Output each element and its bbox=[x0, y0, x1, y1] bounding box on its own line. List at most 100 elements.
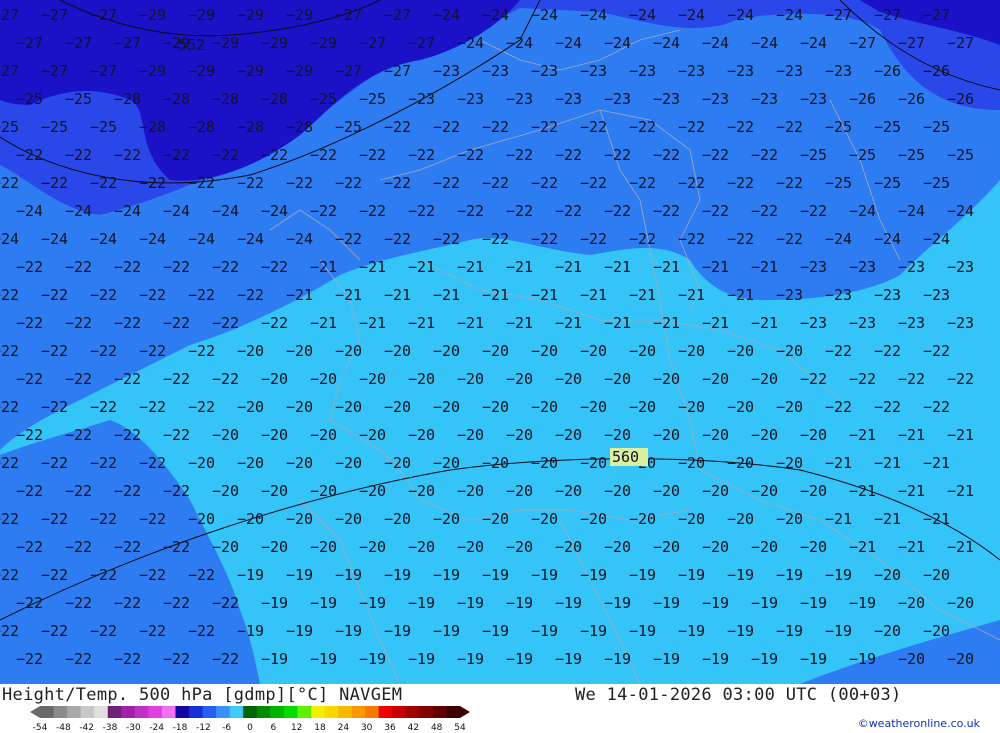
temperature-label: −20 bbox=[359, 482, 386, 500]
temperature-label: −20 bbox=[335, 398, 362, 416]
temperature-label: −20 bbox=[506, 482, 533, 500]
temperature-label: −25 bbox=[825, 174, 852, 192]
temperature-label: −22 bbox=[41, 398, 68, 416]
temperature-label: −22 bbox=[310, 146, 337, 164]
legend-tick-label: 24 bbox=[338, 723, 350, 732]
legend-arrow-high bbox=[460, 706, 470, 718]
temperature-label: −19 bbox=[237, 566, 264, 584]
legend-tick-label: -42 bbox=[79, 723, 94, 732]
temperature-label: −22 bbox=[335, 230, 362, 248]
legend-tick-label: -18 bbox=[173, 723, 188, 732]
legend-swatch bbox=[189, 706, 204, 718]
temperature-label: −26 bbox=[874, 62, 901, 80]
temperature-label: −22 bbox=[825, 398, 852, 416]
temperature-label: −22 bbox=[408, 202, 435, 220]
temperature-label: −29 bbox=[139, 6, 166, 24]
legend-swatch bbox=[40, 706, 55, 718]
temperature-label: −22 bbox=[629, 174, 656, 192]
legend-swatches bbox=[30, 706, 470, 718]
temperature-label: −22 bbox=[65, 538, 92, 556]
temperature-label: −19 bbox=[702, 594, 729, 612]
temperature-label: −19 bbox=[408, 650, 435, 668]
temperature-label: −22 bbox=[0, 342, 19, 360]
temperature-label: −20 bbox=[776, 398, 803, 416]
temperature-label: −19 bbox=[286, 622, 313, 640]
temperature-label: −22 bbox=[678, 118, 705, 136]
temperature-label: −24 bbox=[0, 230, 19, 248]
temperature-label: −22 bbox=[188, 174, 215, 192]
temperature-label: −21 bbox=[310, 258, 337, 276]
temperature-label: −21 bbox=[678, 286, 705, 304]
legend-swatch bbox=[161, 706, 176, 718]
temperature-label: −22 bbox=[188, 398, 215, 416]
temperature-label: −24 bbox=[727, 6, 754, 24]
temperature-label: −20 bbox=[727, 454, 754, 472]
svg-text:552: 552 bbox=[178, 36, 205, 54]
temperature-label: −22 bbox=[359, 146, 386, 164]
temperature-label: −20 bbox=[384, 510, 411, 528]
temperature-label: −24 bbox=[653, 34, 680, 52]
temperature-label: −29 bbox=[139, 62, 166, 80]
temperature-label: −21 bbox=[359, 258, 386, 276]
temperature-label: −22 bbox=[776, 118, 803, 136]
legend-swatch bbox=[216, 706, 231, 718]
temperature-label: −22 bbox=[261, 314, 288, 332]
temperature-label: −24 bbox=[261, 202, 288, 220]
temperature-label: −25 bbox=[359, 90, 386, 108]
temperature-label: −22 bbox=[65, 650, 92, 668]
temperature-label: −21 bbox=[874, 454, 901, 472]
temperature-label: −20 bbox=[800, 482, 827, 500]
temperature-label: −19 bbox=[751, 594, 778, 612]
temperature-label: −24 bbox=[506, 34, 533, 52]
legend-swatch bbox=[392, 706, 407, 718]
temperature-label: −20 bbox=[580, 342, 607, 360]
temperature-label: −21 bbox=[923, 510, 950, 528]
temperature-label: −22 bbox=[16, 594, 43, 612]
temperature-label: −24 bbox=[849, 202, 876, 220]
temperature-label: −21 bbox=[457, 258, 484, 276]
temperature-map: −27 −27 −27 −29 −29 −29 −29 −27 −27 −24 −24 −24 −24 −… bbox=[0, 0, 1000, 684]
temperature-label: −24 bbox=[188, 230, 215, 248]
temperature-label: −19 bbox=[335, 622, 362, 640]
temperature-label: −25 bbox=[825, 118, 852, 136]
temperature-label: −26 bbox=[923, 62, 950, 80]
temperature-label: −22 bbox=[482, 230, 509, 248]
temperature-label: −20 bbox=[212, 482, 239, 500]
temperature-label: −22 bbox=[433, 174, 460, 192]
temperature-label: −23 bbox=[678, 62, 705, 80]
temperature-label: −27 bbox=[384, 6, 411, 24]
temperature-label: −20 bbox=[727, 398, 754, 416]
temperature-label: −20 bbox=[653, 482, 680, 500]
temperature-label: −20 bbox=[408, 426, 435, 444]
temperature-label: −23 bbox=[482, 62, 509, 80]
temperature-label: −20 bbox=[310, 426, 337, 444]
temperature-label: −21 bbox=[629, 286, 656, 304]
legend-tick-label: -24 bbox=[149, 723, 164, 732]
temperature-label: −20 bbox=[702, 482, 729, 500]
temperature-label: −19 bbox=[580, 622, 607, 640]
legend-swatch bbox=[310, 706, 326, 718]
temperature-label: −20 bbox=[604, 538, 631, 556]
temperature-label: −27 bbox=[114, 34, 141, 52]
temperature-label: −27 bbox=[898, 34, 925, 52]
temperature-label: −22 bbox=[114, 146, 141, 164]
temperature-label: −20 bbox=[678, 398, 705, 416]
temperature-label: −22 bbox=[212, 146, 239, 164]
temperature-label: −23 bbox=[727, 62, 754, 80]
temperature-label: −19 bbox=[849, 650, 876, 668]
temperature-label: −22 bbox=[555, 202, 582, 220]
temperature-label: −25 bbox=[0, 118, 19, 136]
temperature-label: −22 bbox=[776, 174, 803, 192]
temperature-label: −20 bbox=[531, 342, 558, 360]
legend-tick-label: 12 bbox=[291, 723, 302, 732]
temperature-label: −22 bbox=[41, 454, 68, 472]
temperature-label: −21 bbox=[923, 454, 950, 472]
temperature-label: −20 bbox=[359, 426, 386, 444]
temperature-label: −29 bbox=[261, 34, 288, 52]
temperature-label: −20 bbox=[237, 510, 264, 528]
temperature-label: −19 bbox=[751, 650, 778, 668]
credit-link[interactable]: ©weatheronline.co.uk bbox=[858, 717, 980, 730]
temperature-label: −22 bbox=[0, 566, 19, 584]
temperature-label: −25 bbox=[898, 146, 925, 164]
temperature-label: −22 bbox=[237, 286, 264, 304]
